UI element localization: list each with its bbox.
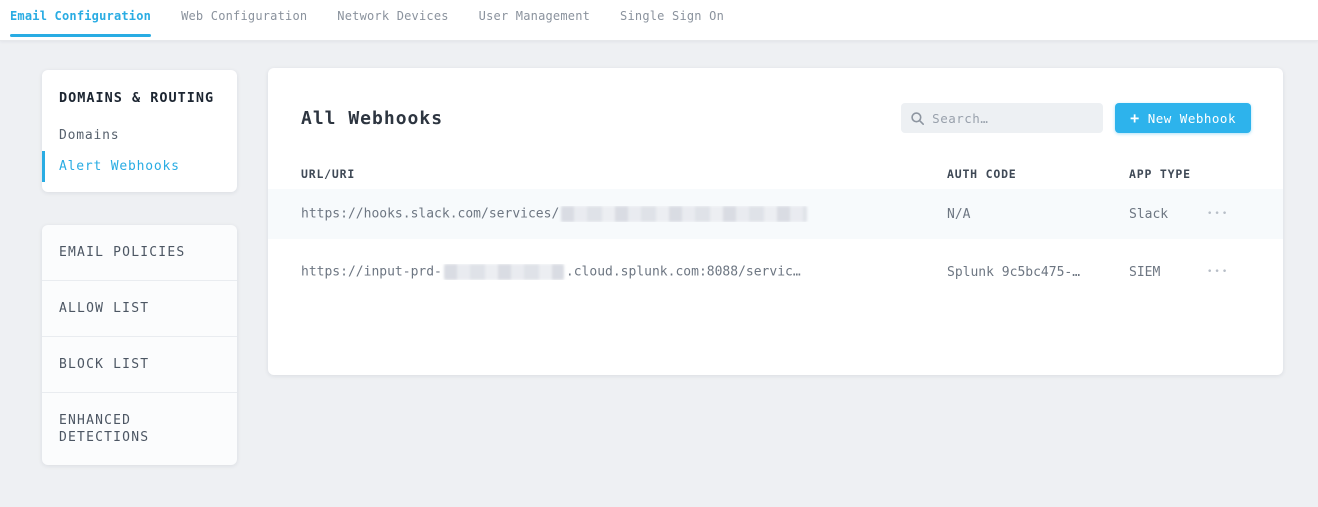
tab-user-management[interactable]: User Management bbox=[479, 0, 590, 41]
search-input[interactable] bbox=[932, 111, 1082, 126]
column-header-url-uri: URL/URI bbox=[301, 167, 947, 181]
tab-email-configuration[interactable]: Email Configuration bbox=[10, 0, 151, 41]
webhook-url-prefix: https://input-prd- bbox=[301, 265, 442, 280]
sidebar-item-block-list[interactable]: BLOCK LIST bbox=[42, 337, 237, 393]
sidebar-sections-card: EMAIL POLICIES ALLOW LIST BLOCK LIST ENH… bbox=[42, 225, 237, 465]
page-title: All Webhooks bbox=[301, 108, 443, 129]
panel-header: All Webhooks + New Webhook bbox=[268, 68, 1283, 133]
search-box[interactable] bbox=[901, 103, 1103, 133]
sidebar-domains-routing-card: DOMAINS & ROUTING Domains Alert Webhooks bbox=[42, 70, 237, 192]
plus-icon: + bbox=[1130, 109, 1140, 127]
tab-web-configuration[interactable]: Web Configuration bbox=[181, 0, 307, 41]
webhook-url-cell: https://input-prd- .cloud.splunk.com:8088… bbox=[301, 264, 947, 280]
sidebar-item-email-policies[interactable]: EMAIL POLICIES bbox=[42, 225, 237, 281]
redacted-url-segment bbox=[561, 206, 807, 222]
webhooks-table: URL/URI AUTH CODE APP TYPE https://hooks… bbox=[268, 159, 1283, 297]
webhook-url-suffix: .cloud.splunk.com:8088/servic… bbox=[566, 265, 801, 280]
redacted-url-segment bbox=[444, 264, 564, 280]
new-webhook-button[interactable]: + New Webhook bbox=[1115, 103, 1251, 133]
table-header-row: URL/URI AUTH CODE APP TYPE bbox=[268, 159, 1283, 189]
sidebar-item-enhanced-detections[interactable]: ENHANCED DETECTIONS bbox=[42, 393, 237, 465]
top-nav-bar: Email Configuration Web Configuration Ne… bbox=[0, 0, 1318, 41]
table-row: https://hooks.slack.com/services/ N/A Sl… bbox=[268, 189, 1283, 239]
sidebar-item-allow-list[interactable]: ALLOW LIST bbox=[42, 281, 237, 337]
tab-single-sign-on[interactable]: Single Sign On bbox=[620, 0, 724, 41]
header-actions: + New Webhook bbox=[901, 103, 1251, 133]
webhook-url-prefix: https://hooks.slack.com/services/ bbox=[301, 207, 559, 222]
search-icon bbox=[911, 112, 924, 125]
domains-routing-title: DOMAINS & ROUTING bbox=[59, 90, 220, 106]
table-row: https://input-prd- .cloud.splunk.com:8088… bbox=[268, 247, 1283, 297]
webhook-url-cell: https://hooks.slack.com/services/ bbox=[301, 206, 947, 222]
row-actions-menu-icon[interactable]: ••• bbox=[1207, 209, 1250, 219]
app-type-cell: SIEM bbox=[1129, 265, 1207, 280]
app-type-cell: Slack bbox=[1129, 207, 1207, 222]
top-nav-tabs: Email Configuration Web Configuration Ne… bbox=[0, 0, 1318, 41]
tab-network-devices[interactable]: Network Devices bbox=[337, 0, 448, 41]
column-header-auth-code: AUTH CODE bbox=[947, 167, 1129, 181]
column-header-app-type: APP TYPE bbox=[1129, 167, 1207, 181]
sidebar-item-alert-webhooks[interactable]: Alert Webhooks bbox=[42, 151, 237, 182]
auth-code-cell: N/A bbox=[947, 207, 1129, 222]
row-actions-menu-icon[interactable]: ••• bbox=[1207, 267, 1250, 277]
sidebar-item-domains[interactable]: Domains bbox=[42, 120, 237, 151]
new-webhook-button-label: New Webhook bbox=[1148, 111, 1236, 126]
auth-code-cell: Splunk 9c5bc475-… bbox=[947, 265, 1129, 280]
webhooks-panel: All Webhooks + New Webhook URL/URI AUTH … bbox=[268, 68, 1283, 375]
